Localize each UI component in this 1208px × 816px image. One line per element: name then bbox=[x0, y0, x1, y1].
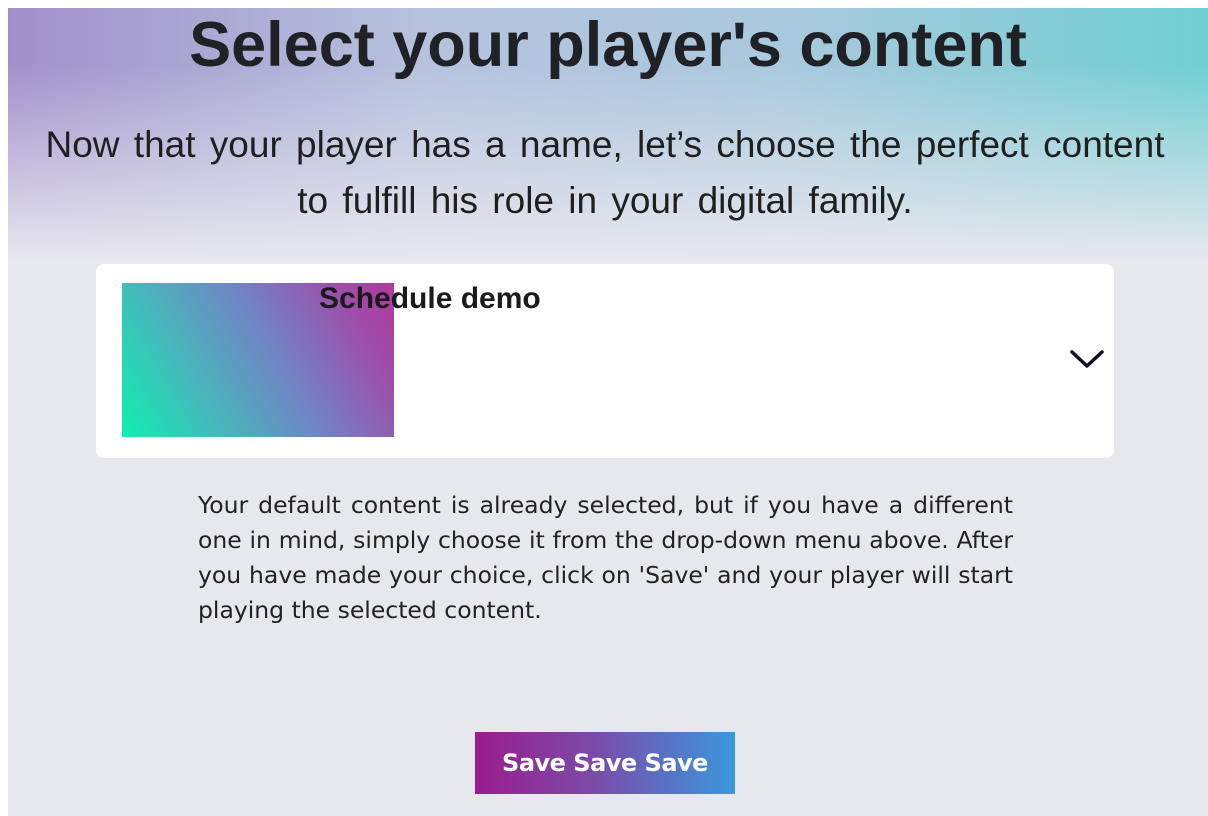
selected-content-name: Schedule demo bbox=[319, 282, 541, 315]
left-border bbox=[0, 0, 8, 816]
top-border bbox=[0, 0, 1208, 8]
save-button[interactable]: Save Save Save bbox=[475, 732, 735, 794]
page-subtitle: Now that your player has a name, let’s c… bbox=[45, 124, 1165, 221]
page-title: Select your player's content bbox=[189, 10, 1027, 80]
chevron-down-icon[interactable] bbox=[1068, 343, 1106, 373]
instructions-text: Your default content is already selected… bbox=[198, 491, 1013, 624]
content-select-dropdown[interactable] bbox=[96, 264, 1114, 458]
